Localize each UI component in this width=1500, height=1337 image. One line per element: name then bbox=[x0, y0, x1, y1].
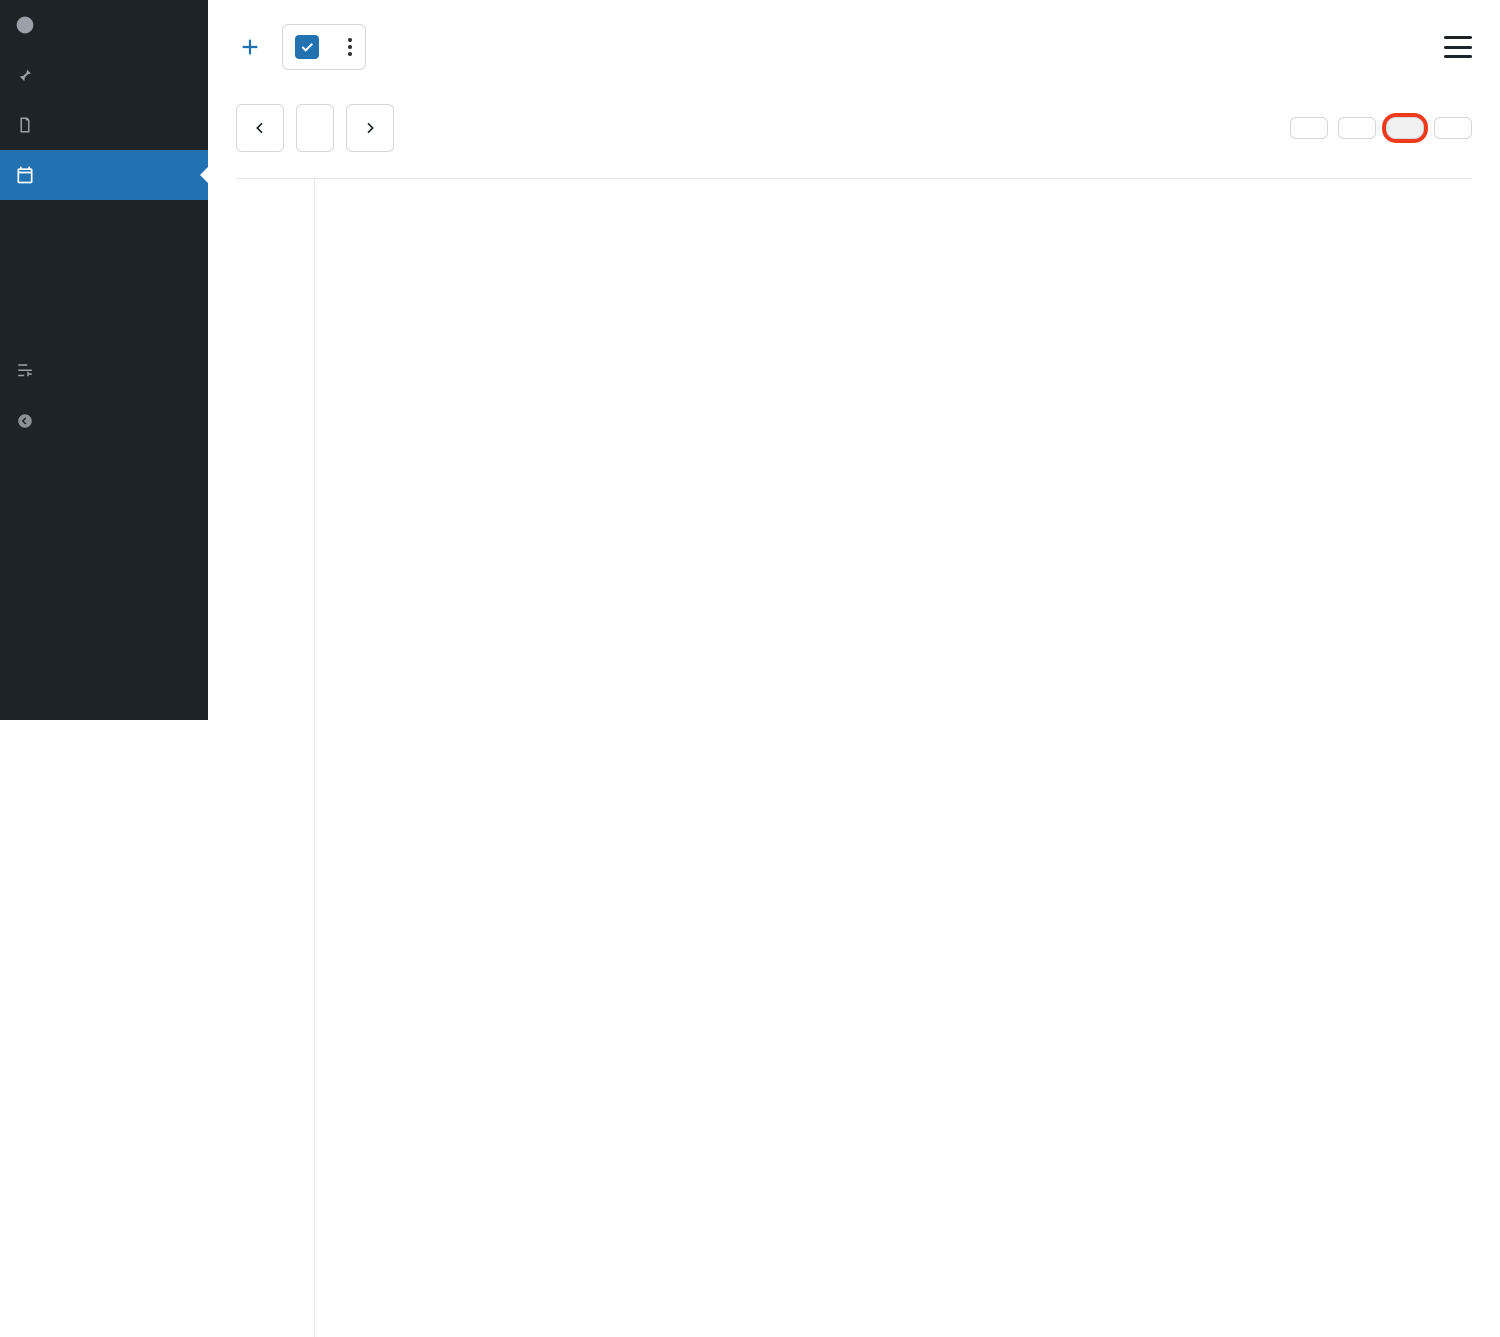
checkbox-checked-icon bbox=[295, 35, 319, 59]
day-view bbox=[236, 178, 1472, 179]
calendar-filter-chip[interactable] bbox=[282, 24, 366, 70]
sidebar-sub-categories[interactable] bbox=[0, 278, 208, 296]
sidebar-submenu bbox=[0, 200, 208, 324]
calendar-icon bbox=[14, 164, 36, 186]
divider bbox=[314, 179, 315, 347]
pin-icon bbox=[14, 64, 36, 86]
view-week-button[interactable] bbox=[1338, 117, 1376, 139]
sidebar-item-calendar[interactable] bbox=[0, 150, 208, 200]
sidebar-item-settings[interactable] bbox=[0, 346, 208, 396]
divider bbox=[314, 337, 315, 1337]
view-switcher bbox=[1290, 117, 1472, 139]
collapse-icon bbox=[14, 410, 36, 432]
menu-button[interactable] bbox=[1444, 36, 1472, 58]
sidebar-item-dashboard[interactable] bbox=[0, 0, 208, 50]
main-content bbox=[208, 0, 1500, 720]
sidebar-collapse[interactable] bbox=[0, 396, 208, 446]
view-day-button[interactable] bbox=[1386, 117, 1424, 139]
sidebar-sub-calendars[interactable] bbox=[0, 224, 208, 242]
admin-sidebar bbox=[0, 0, 208, 720]
sidebar-sub-tags[interactable] bbox=[0, 296, 208, 314]
sidebar-item-posts[interactable] bbox=[0, 50, 208, 100]
sidebar-item-pages[interactable] bbox=[0, 100, 208, 150]
prev-button[interactable] bbox=[236, 104, 284, 152]
pages-icon bbox=[14, 114, 36, 136]
sidebar-sub-locations[interactable] bbox=[0, 260, 208, 278]
add-event-button[interactable] bbox=[236, 33, 264, 61]
calendar-toolbar bbox=[236, 24, 1472, 70]
view-month-button[interactable] bbox=[1290, 117, 1328, 139]
dashboard-icon bbox=[14, 14, 36, 36]
next-button[interactable] bbox=[346, 104, 394, 152]
more-vertical-icon[interactable] bbox=[347, 38, 353, 56]
settings-icon bbox=[14, 360, 36, 382]
view-list-button[interactable] bbox=[1434, 117, 1472, 139]
sidebar-sub-events[interactable] bbox=[0, 206, 208, 224]
calendar-nav bbox=[236, 104, 1472, 152]
today-button[interactable] bbox=[296, 104, 334, 152]
sidebar-sub-organizers[interactable] bbox=[0, 242, 208, 260]
